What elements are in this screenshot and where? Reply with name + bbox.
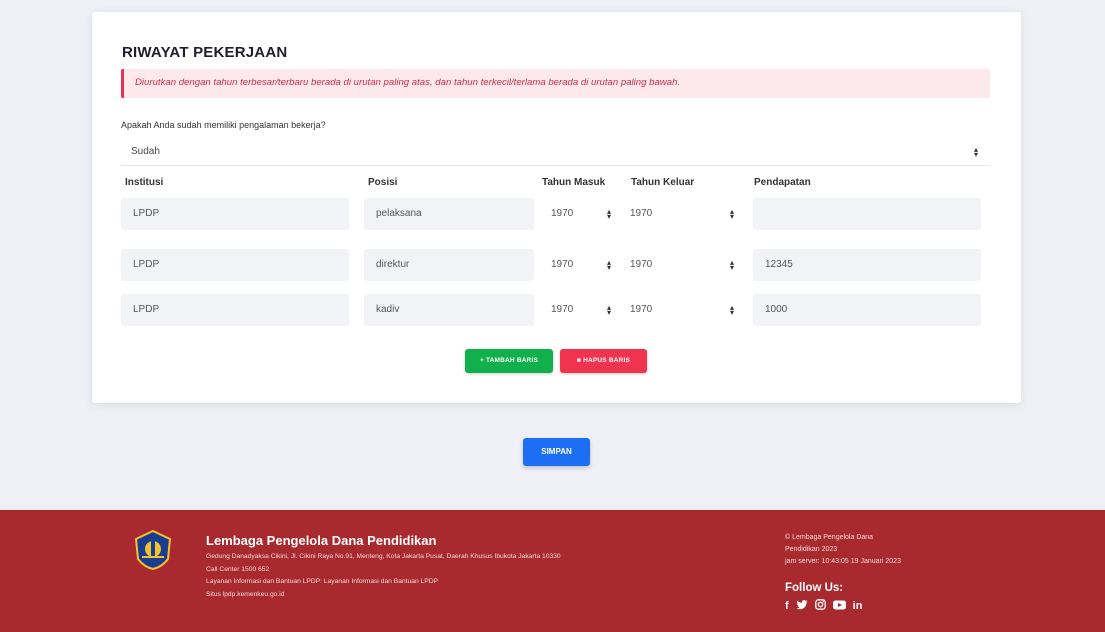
experience-question: Apakah Anda sudah memiliki pengalaman be…	[121, 120, 326, 130]
experience-select-value: Sudah	[131, 146, 160, 157]
facebook-icon[interactable]: f	[785, 600, 789, 612]
tahun-keluar-select[interactable]: 1970 ▴ ▾	[622, 198, 740, 230]
posisi-input[interactable]: pelaksana	[364, 198, 534, 230]
experience-select[interactable]: Sudah ▴ ▾	[121, 138, 990, 166]
posisi-input[interactable]: kadiv	[364, 294, 534, 326]
address: Gedung Danadyaksa Cikini, Jl. Cikini Ray…	[206, 553, 561, 560]
pendapatan-value: 1000	[765, 304, 788, 315]
server-time: jam server: 10:43:05 19 Januari 2023	[785, 558, 901, 565]
header-institusi: Institusi	[125, 177, 164, 188]
pendapatan-value: 12345	[765, 259, 793, 270]
delete-row-button[interactable]: ■ HAPUS BARIS	[560, 349, 647, 373]
posisi-value: direktur	[376, 259, 410, 270]
sort-arrows-icon: ▴ ▾	[730, 258, 735, 272]
save-button[interactable]: SIMPAN	[523, 438, 590, 466]
tahun-keluar-select[interactable]: 1970 ▴ ▾	[622, 249, 740, 281]
institusi-input[interactable]: LPDP	[121, 249, 349, 281]
instagram-icon[interactable]	[814, 599, 826, 613]
section-title: RIWAYAT PEKERJAAN	[122, 44, 288, 61]
copyright: © Lembaga Pengelola Dana	[785, 534, 874, 541]
work-history-card: RIWAYAT PEKERJAAN Diurutkan dengan tahun…	[92, 12, 1021, 403]
institusi-input[interactable]: LPDP	[121, 198, 349, 230]
sort-arrows-icon: ▴ ▾	[730, 303, 735, 317]
kemenkeu-logo	[134, 529, 172, 571]
header-pendapatan: Pendapatan	[754, 177, 811, 188]
tahun-masuk-select[interactable]: 1970 ▴ ▾	[543, 198, 615, 230]
delete-row-label: HAPUS BARIS	[583, 357, 631, 364]
institusi-value: LPDP	[133, 208, 160, 219]
follow-us-label: Follow Us:	[785, 582, 844, 594]
header-tahun-masuk: Tahun Masuk	[542, 177, 606, 188]
add-row-button[interactable]: + TAMBAH BARIS	[465, 349, 553, 373]
tahun-keluar-value: 1970	[630, 304, 653, 315]
pendapatan-input[interactable]: 12345	[753, 249, 981, 281]
pendapatan-input[interactable]: 1000	[753, 294, 981, 326]
org-name: Lembaga Pengelola Dana Pendidikan	[206, 533, 437, 548]
institusi-value: LPDP	[133, 259, 160, 270]
tahun-masuk-value: 1970	[551, 304, 574, 315]
sort-arrows-icon: ▴ ▾	[607, 258, 612, 272]
trash-icon: ■	[576, 357, 582, 364]
ordering-alert: Diurutkan dengan tahun terbesar/terbaru …	[121, 69, 990, 98]
copyright-year: Pendidikan 2023	[785, 546, 838, 553]
linkedin-icon[interactable]: in	[853, 600, 863, 612]
call-center: Call Center 1500 652	[206, 566, 270, 573]
tahun-keluar-value: 1970	[630, 259, 653, 270]
youtube-icon[interactable]	[832, 600, 846, 613]
header-posisi: Posisi	[368, 177, 398, 188]
institusi-input[interactable]: LPDP	[121, 294, 349, 326]
sort-arrows-icon: ▴ ▾	[607, 303, 612, 317]
posisi-value: kadiv	[376, 304, 400, 315]
alert-text: Diurutkan dengan tahun terbesar/terbaru …	[135, 77, 681, 88]
twitter-icon[interactable]	[796, 599, 808, 613]
social-links: f in	[785, 599, 862, 613]
tahun-masuk-select[interactable]: 1970 ▴ ▾	[543, 249, 615, 281]
tahun-masuk-value: 1970	[551, 208, 574, 219]
site-link[interactable]: Situs lpdp.kemenkeu.go.id	[206, 591, 284, 598]
posisi-input[interactable]: direktur	[364, 249, 534, 281]
header-tahun-keluar: Tahun Keluar	[631, 177, 695, 188]
sort-arrows-icon: ▴ ▾	[607, 207, 612, 221]
posisi-value: pelaksana	[376, 208, 422, 219]
sort-arrows-icon: ▴ ▾	[974, 145, 979, 159]
tahun-masuk-value: 1970	[551, 259, 574, 270]
tahun-masuk-select[interactable]: 1970 ▴ ▾	[543, 294, 615, 326]
sort-arrows-icon: ▴ ▾	[730, 207, 735, 221]
tahun-keluar-select[interactable]: 1970 ▴ ▾	[622, 294, 740, 326]
info-service: Layanan Informasi dan Bantuan LPDP: Laya…	[206, 578, 438, 585]
tahun-keluar-value: 1970	[630, 208, 653, 219]
pendapatan-input[interactable]	[753, 198, 981, 230]
institusi-value: LPDP	[133, 304, 160, 315]
footer: Lembaga Pengelola Dana Pendidikan Gedung…	[0, 510, 1105, 632]
